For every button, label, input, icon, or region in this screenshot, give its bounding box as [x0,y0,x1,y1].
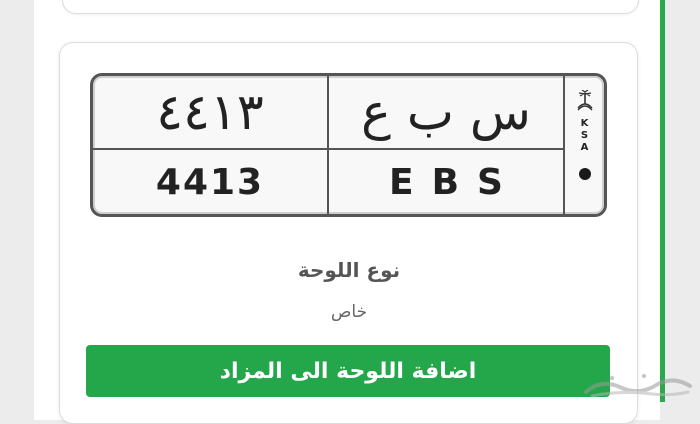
plate-type-value: خاص [330,302,368,322]
plate-arabic-numbers: ٤٤١٣ [156,83,264,141]
plate-arabic-letters: س ب ع [361,83,531,141]
country-code-letter: S [580,130,589,141]
plate-english-letters-cell: EBS [329,150,563,214]
plate-english-letters: EBS [389,161,521,203]
palm-swords-emblem-icon [576,90,593,111]
haraj-watermark [584,373,692,398]
license-plate: ٤٤١٣ س ب ع 4413 EBS K S A [90,73,607,217]
plate-divider-horizontal [93,148,563,150]
country-code-letter: K [580,118,589,129]
plate-type-label: نوع اللوحة [297,258,401,282]
plate-english-numbers-cell: 4413 [93,150,327,214]
plate-divider-vertical [327,76,329,214]
plate-screw-dot [578,168,591,180]
add-to-auction-button[interactable]: اضافة اللوحة الى المزاد [86,345,610,397]
plate-side-strip: K S A [565,76,604,214]
plate-arabic-numbers-cell: ٤٤١٣ [93,76,327,148]
plate-arabic-letters-cell: س ب ع [329,76,563,148]
accent-bar [660,0,665,402]
country-code: K S A [581,118,589,154]
country-code-letter: A [580,142,589,153]
plate-english-numbers: 4413 [155,161,265,203]
previous-card [62,0,639,14]
